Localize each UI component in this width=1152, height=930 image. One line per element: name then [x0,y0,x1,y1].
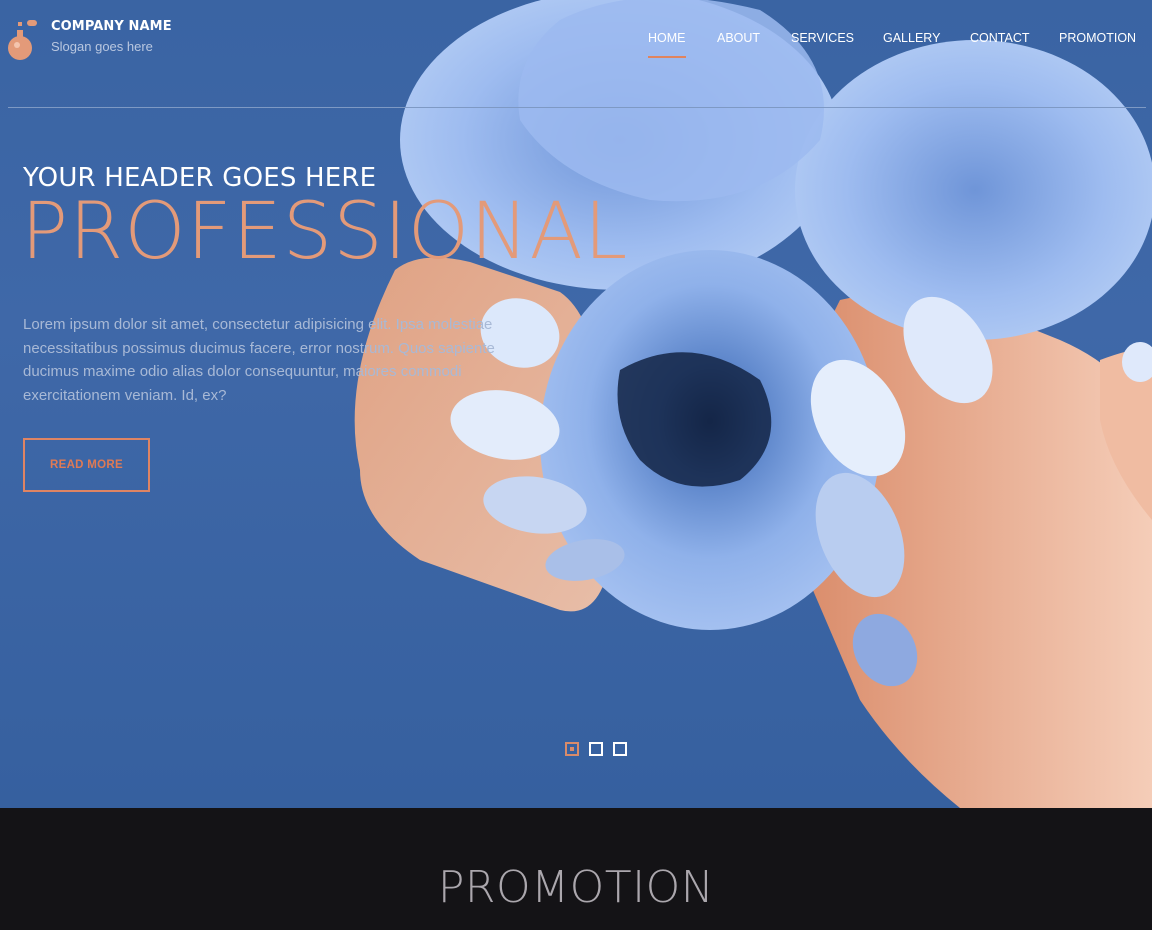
slider-pagination [565,742,635,758]
promotion-title: PROMOTION [437,862,715,913]
slide-dot-3[interactable] [613,742,627,756]
slide-dot-2[interactable] [589,742,603,756]
nav-item-gallery[interactable]: GALLERY [883,31,940,45]
nav-item-promotion[interactable]: PROMOTION [1059,31,1136,45]
nav-item-services[interactable]: SERVICES [791,31,854,45]
nav-item-home[interactable]: HOME [648,31,686,58]
hero-headline: PROFESSIONAL [21,187,629,277]
slide-dot-1[interactable] [565,742,579,756]
main-navigation: HOME ABOUT SERVICES GALLERY CONTACT PROM… [0,31,1152,61]
header-divider [8,107,1146,108]
site-header: COMPANY NAME Slogan goes here HOME ABOUT… [0,0,1152,107]
nav-item-about[interactable]: ABOUT [717,31,760,45]
nav-item-contact[interactable]: CONTACT [970,31,1030,45]
hero-body-text: Lorem ipsum dolor sit amet, consectetur … [23,316,495,404]
hero-section: COMPANY NAME Slogan goes here HOME ABOUT… [0,0,1152,808]
read-more-button[interactable]: READ MORE [23,438,150,492]
